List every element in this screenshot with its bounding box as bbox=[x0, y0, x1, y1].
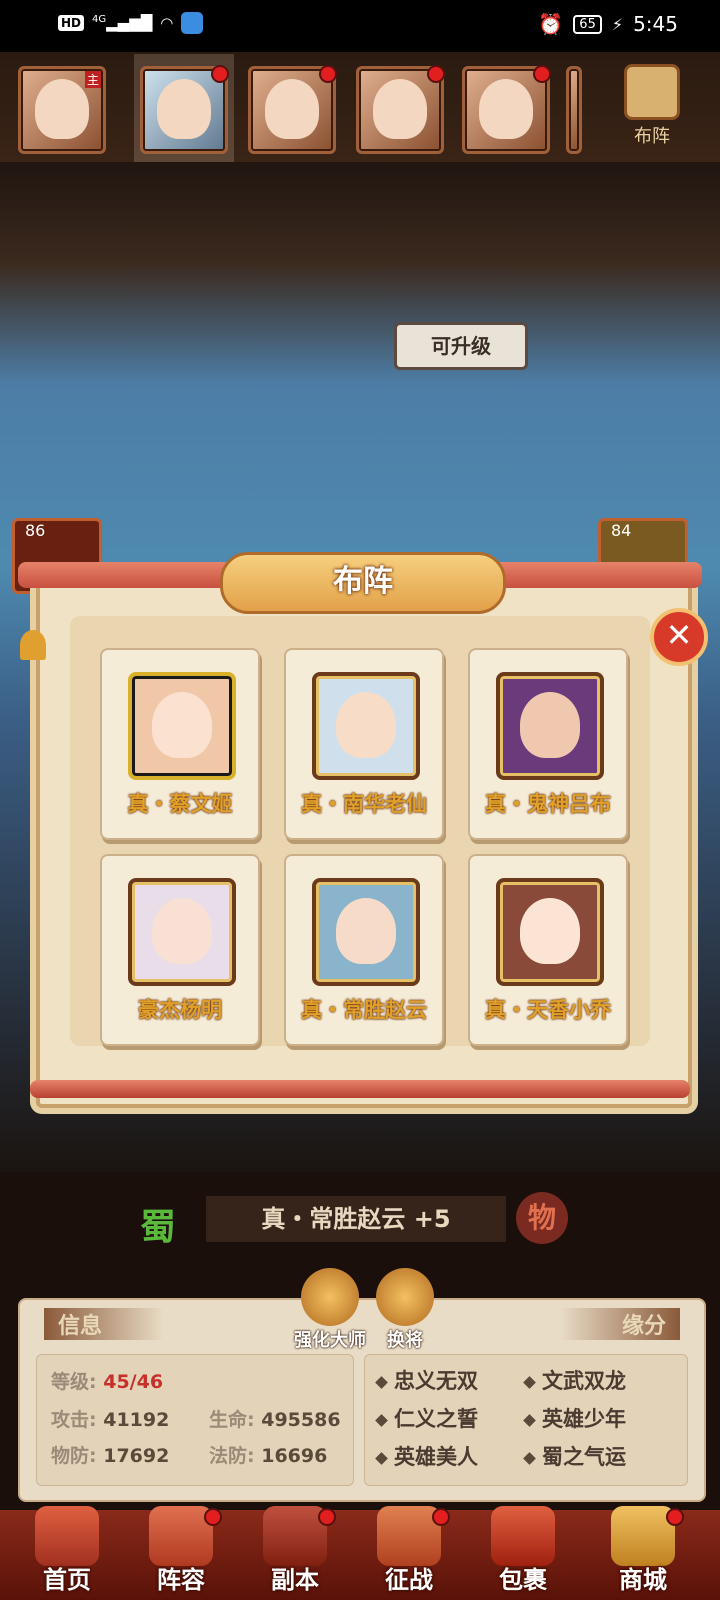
hero-portrait bbox=[157, 79, 211, 139]
hero-portrait bbox=[35, 79, 89, 139]
hero-slot-2[interactable] bbox=[140, 65, 229, 154]
bond-tab[interactable]: 缘分 bbox=[560, 1308, 680, 1340]
clock: 5:45 bbox=[633, 12, 678, 36]
nav-bag[interactable]: 包裹 bbox=[468, 1500, 578, 1600]
hero-card[interactable]: 豪杰杨明 bbox=[100, 854, 260, 1046]
hero-slot-4[interactable] bbox=[356, 65, 445, 154]
notification-dot bbox=[204, 1508, 222, 1526]
dialog-title: 布阵 bbox=[220, 552, 506, 614]
swap-hero-button[interactable]: 换将 bbox=[370, 1268, 440, 1352]
nav-label: 征战 bbox=[385, 1566, 433, 1594]
hero-card-name: 真・蔡文姬 bbox=[127, 792, 233, 816]
nav-dungeon[interactable]: 副本 bbox=[240, 1500, 350, 1600]
swap-hero-label: 换将 bbox=[387, 1330, 423, 1351]
home-icon bbox=[35, 1506, 99, 1566]
stat-physical-defense: 物防: 17692 bbox=[51, 1445, 170, 1467]
formation-button-label: 布阵 bbox=[634, 126, 670, 147]
bond-item[interactable]: 文武双龙 bbox=[525, 1365, 626, 1395]
bonds-box: 忠义无双 文武双龙 仁义之誓 英雄少年 英雄美人 蜀之气运 bbox=[364, 1354, 688, 1486]
close-icon: ✕ bbox=[665, 616, 693, 654]
notification-dot bbox=[666, 1508, 684, 1526]
hero-card[interactable]: 真・蔡文姬 bbox=[100, 648, 260, 840]
hero-card-name: 真・南华老仙 bbox=[301, 792, 427, 816]
close-button[interactable]: ✕ bbox=[650, 608, 708, 666]
notification-dot bbox=[318, 1508, 336, 1526]
hero-card-name: 真・鬼神吕布 bbox=[485, 792, 611, 816]
equip-level: 84 bbox=[611, 521, 632, 540]
battery-icon: 65 bbox=[573, 14, 602, 34]
hero-portrait bbox=[373, 79, 427, 139]
hero-name-bar: 真・常胜赵云 +5 bbox=[206, 1196, 506, 1242]
bond-tab-label: 缘分 bbox=[621, 1314, 666, 1339]
nav-label: 商城 bbox=[619, 1566, 667, 1594]
hero-card-name: 豪杰杨明 bbox=[138, 998, 222, 1022]
info-tab[interactable]: 信息 bbox=[44, 1308, 164, 1340]
nav-home[interactable]: 首页 bbox=[12, 1500, 122, 1600]
status-bar: HD 4G▂▄▆█ ◠ ⏰ 65 ⚡ 5:45 bbox=[0, 0, 720, 52]
hero-slot-3[interactable] bbox=[248, 65, 337, 154]
nav-lineup[interactable]: 阵容 bbox=[126, 1500, 236, 1600]
formation-button[interactable]: 布阵 bbox=[612, 64, 692, 154]
bond-item[interactable]: 蜀之气运 bbox=[525, 1441, 626, 1471]
bond-item[interactable]: 英雄美人 bbox=[377, 1441, 478, 1471]
notification-dot bbox=[319, 65, 337, 83]
hero-portrait bbox=[312, 878, 420, 986]
leader-badge: 主 bbox=[84, 71, 101, 88]
signal-icon: 4G▂▄▆█ bbox=[92, 14, 153, 32]
hero-portrait bbox=[496, 672, 604, 780]
notification-dot bbox=[533, 65, 551, 83]
bond-item[interactable]: 忠义无双 bbox=[377, 1365, 478, 1395]
stat-hp: 生命: 495586 bbox=[209, 1409, 341, 1431]
nav-shop[interactable]: 商城 bbox=[588, 1500, 698, 1600]
damage-type-badge: 物 bbox=[516, 1192, 568, 1244]
stat-magic-defense: 法防: 16696 bbox=[209, 1445, 328, 1467]
network-type: 4G bbox=[92, 14, 107, 25]
equip-level: 86 bbox=[25, 521, 46, 540]
upgrade-bubble: 可升级 bbox=[394, 322, 528, 370]
charging-icon: ⚡ bbox=[611, 14, 624, 34]
hero-card-name: 真・常胜赵云 bbox=[301, 998, 427, 1022]
swap-icon bbox=[376, 1268, 434, 1326]
app-notification-icon bbox=[181, 12, 204, 34]
hero-portrait bbox=[128, 878, 236, 986]
hero-card[interactable]: 真・天香小乔 bbox=[468, 854, 628, 1046]
hero-slot-6-partial[interactable] bbox=[566, 66, 582, 154]
nav-label: 首页 bbox=[43, 1566, 91, 1594]
bell-icon bbox=[20, 630, 46, 660]
hero-card-name: 真・天香小乔 bbox=[485, 998, 611, 1022]
formation-board-icon bbox=[624, 64, 680, 120]
alarm-icon: ⏰ bbox=[538, 12, 564, 36]
bond-item[interactable]: 仁义之誓 bbox=[377, 1403, 478, 1433]
nav-label: 副本 bbox=[271, 1566, 319, 1594]
hero-card[interactable]: 真・鬼神吕布 bbox=[468, 648, 628, 840]
hero-portrait bbox=[128, 672, 236, 780]
hero-portrait bbox=[479, 79, 533, 139]
hd-indicator: HD bbox=[58, 15, 85, 31]
stat-attack: 攻击: 41192 bbox=[51, 1409, 170, 1431]
anvil-icon bbox=[301, 1268, 359, 1326]
hero-portrait bbox=[496, 878, 604, 986]
nav-label: 阵容 bbox=[157, 1566, 205, 1594]
stats-box: 等级: 45/46 攻击: 41192 生命: 495586 物防: 17692… bbox=[36, 1354, 354, 1486]
hero-portrait bbox=[312, 672, 420, 780]
hero-slot-5[interactable] bbox=[462, 65, 551, 154]
notification-dot bbox=[211, 65, 229, 83]
notification-dot bbox=[432, 1508, 450, 1526]
hero-card[interactable]: 真・常胜赵云 bbox=[284, 854, 444, 1046]
hero-slot-1[interactable]: 主 bbox=[18, 66, 106, 154]
nav-battle[interactable]: 征战 bbox=[354, 1500, 464, 1600]
hero-card[interactable]: 真・南华老仙 bbox=[284, 648, 444, 840]
wifi-icon: ◠ bbox=[160, 14, 174, 32]
nav-label: 包裹 bbox=[499, 1566, 547, 1594]
faction-badge: 蜀 bbox=[140, 1207, 177, 1248]
bag-icon bbox=[491, 1506, 555, 1566]
stat-level: 等级: 45/46 bbox=[51, 1371, 164, 1393]
bond-item[interactable]: 英雄少年 bbox=[525, 1403, 626, 1433]
dialog-bottom-rail bbox=[30, 1080, 690, 1098]
info-tab-label: 信息 bbox=[58, 1314, 103, 1339]
hero-portrait bbox=[265, 79, 319, 139]
notification-dot bbox=[427, 65, 445, 83]
